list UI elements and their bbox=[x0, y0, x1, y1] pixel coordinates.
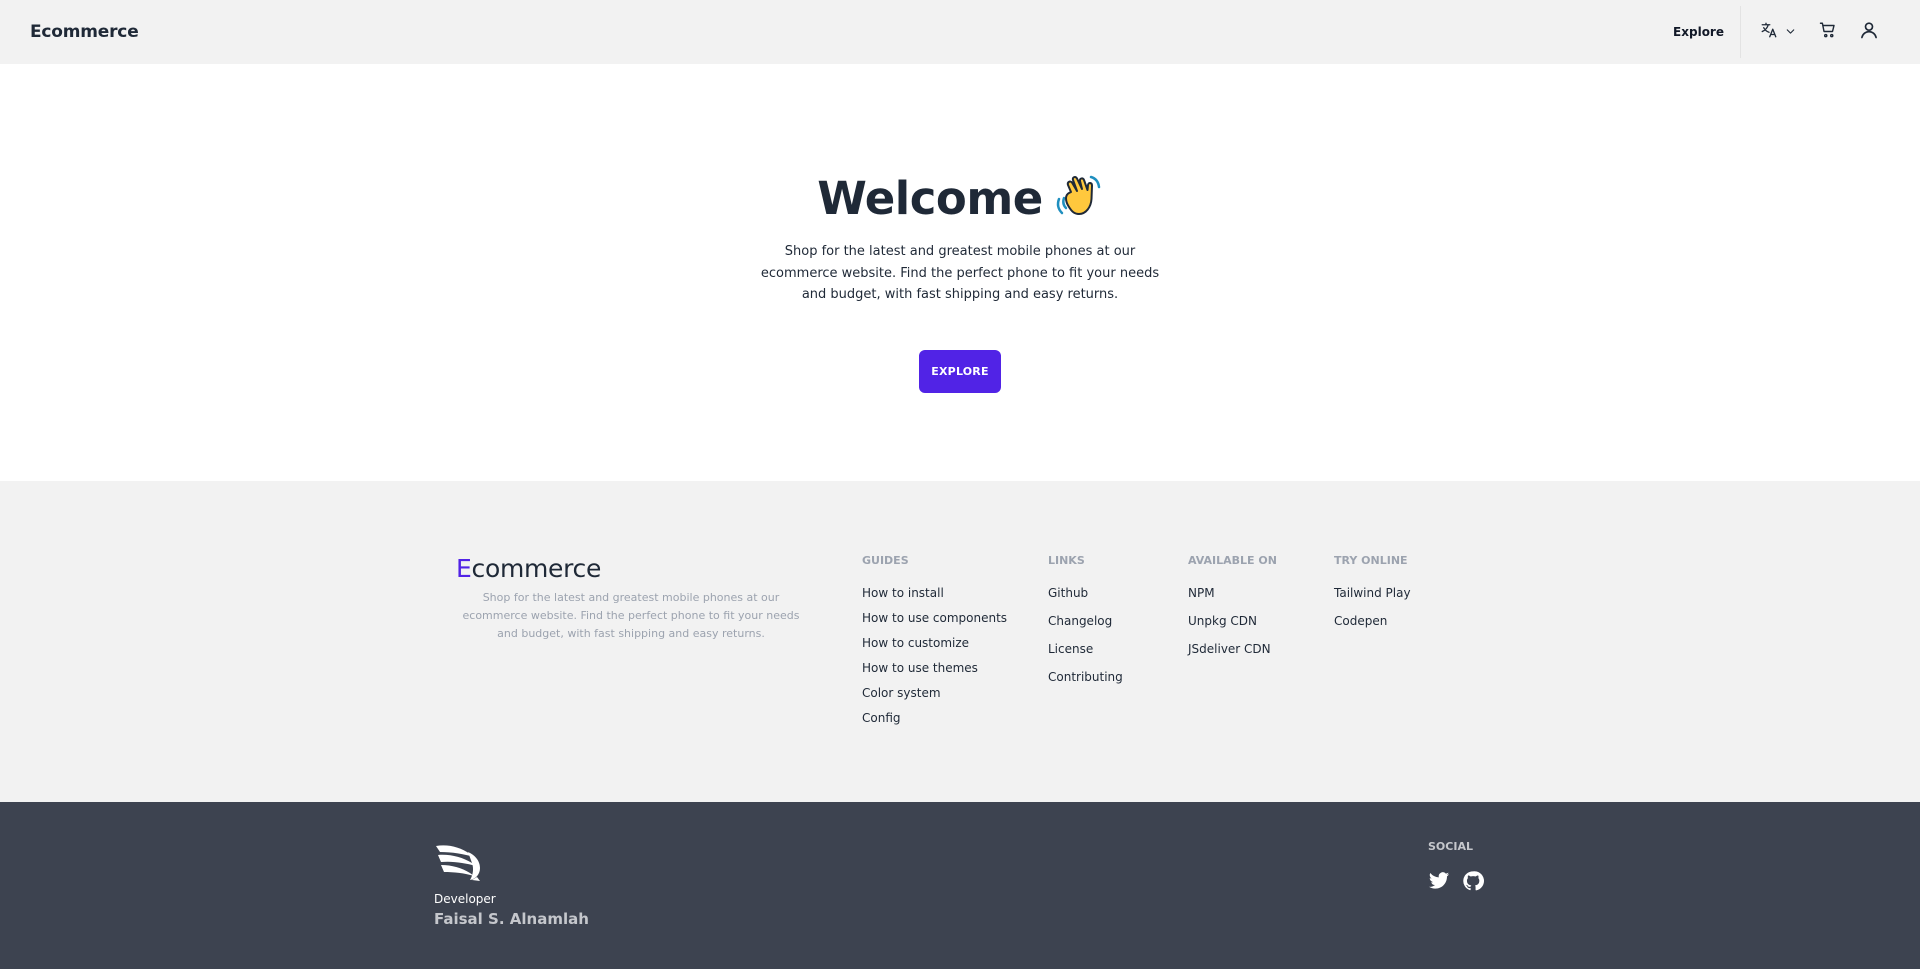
social-links bbox=[1428, 870, 1484, 892]
footer-column-guides: GUIDES How to install How to use compone… bbox=[862, 554, 1007, 736]
footer-column-title: TRY ONLINE bbox=[1334, 554, 1408, 567]
translate-icon bbox=[1760, 21, 1778, 43]
footer-brand-initial: E bbox=[456, 554, 472, 583]
hero-heading: Welcome bbox=[817, 171, 1102, 225]
hero-title: Welcome bbox=[817, 171, 1043, 225]
user-icon bbox=[1859, 20, 1879, 44]
top-navbar: Ecommerce Explore bbox=[0, 0, 1920, 64]
footer-links-section: Ecommerce Shop for the latest and greate… bbox=[0, 481, 1920, 802]
github-icon[interactable] bbox=[1462, 870, 1484, 892]
footer-bottom-bar: Developer Faisal S. Alnamlah SOCIAL bbox=[0, 802, 1920, 969]
footer-brand-block: Ecommerce Shop for the latest and greate… bbox=[456, 554, 806, 643]
footer-brand-description: Shop for the latest and greatest mobile … bbox=[462, 591, 800, 640]
account-button[interactable] bbox=[1848, 12, 1890, 52]
nav-explore-link[interactable]: Explore bbox=[1659, 25, 1738, 39]
nav-actions: Explore bbox=[1659, 0, 1890, 64]
footer-brand[interactable]: Ecommerce bbox=[456, 554, 806, 583]
twitter-icon[interactable] bbox=[1428, 870, 1450, 892]
footer-column-title: AVAILABLE ON bbox=[1188, 554, 1277, 567]
footer-link[interactable]: Unpkg CDN bbox=[1188, 614, 1277, 642]
footer-link[interactable]: License bbox=[1048, 642, 1123, 670]
footer-column-title: LINKS bbox=[1048, 554, 1085, 567]
footer-column-available-on: AVAILABLE ON NPM Unpkg CDN JSdeliver CDN bbox=[1188, 554, 1277, 670]
footer-link[interactable]: How to use components bbox=[862, 611, 1007, 636]
nav-divider bbox=[1740, 6, 1741, 58]
footer-link[interactable]: Contributing bbox=[1048, 670, 1123, 698]
hero-section: Welcome Shop for the latest and greatest… bbox=[0, 64, 1920, 481]
developer-label: Developer bbox=[434, 892, 496, 906]
chevron-down-icon bbox=[1784, 23, 1797, 42]
brand-logo[interactable]: Ecommerce bbox=[30, 22, 139, 42]
footer-column-title: GUIDES bbox=[862, 554, 909, 567]
footer-link[interactable]: How to customize bbox=[862, 636, 1007, 661]
social-title: SOCIAL bbox=[1428, 840, 1473, 853]
developer-name[interactable]: Faisal S. Alnamlah bbox=[434, 910, 589, 928]
footer-link[interactable]: Github bbox=[1048, 586, 1123, 614]
footer-link[interactable]: Changelog bbox=[1048, 614, 1123, 642]
cart-button[interactable] bbox=[1808, 12, 1848, 52]
footer-link[interactable]: Codepen bbox=[1334, 614, 1411, 642]
footer-column-links: LINKS Github Changelog License Contribut… bbox=[1048, 554, 1123, 698]
footer-link[interactable]: Tailwind Play bbox=[1334, 586, 1411, 614]
waving-hand-icon bbox=[1053, 171, 1103, 225]
footer-link[interactable]: How to use themes bbox=[862, 661, 1007, 686]
footer-link[interactable]: Config bbox=[862, 711, 1007, 736]
footer-link[interactable]: NPM bbox=[1188, 586, 1277, 614]
developer-logo-icon bbox=[434, 842, 482, 886]
footer-link[interactable]: Color system bbox=[862, 686, 1007, 711]
footer-column-try-online: TRY ONLINE Tailwind Play Codepen bbox=[1334, 554, 1411, 642]
footer-link[interactable]: JSdeliver CDN bbox=[1188, 642, 1277, 670]
footer-link[interactable]: How to install bbox=[862, 586, 1007, 611]
cart-icon bbox=[1819, 21, 1837, 43]
footer-brand-rest: commerce bbox=[471, 554, 602, 583]
explore-button[interactable]: EXPLORE bbox=[919, 349, 1001, 393]
language-selector[interactable] bbox=[1749, 12, 1808, 52]
hero-description: Shop for the latest and greatest mobile … bbox=[760, 244, 1160, 302]
